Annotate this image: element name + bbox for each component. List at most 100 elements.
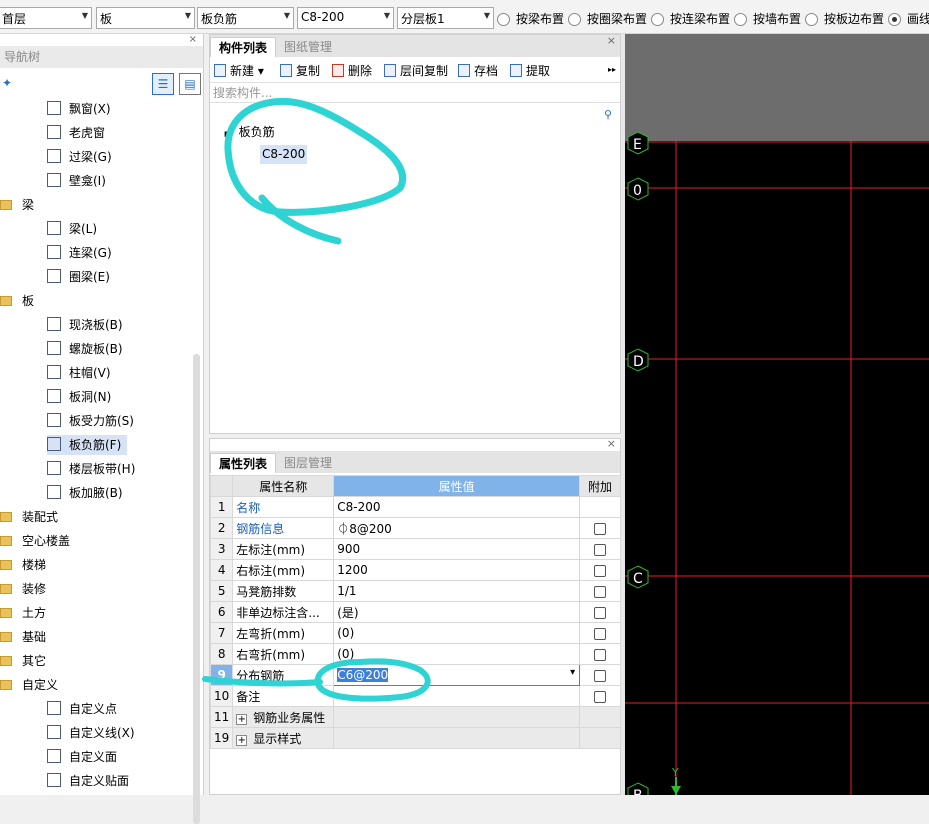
radio-draw-line[interactable]: 画线 (888, 10, 929, 26)
tree-child-selected[interactable]: C8-200 (260, 145, 308, 164)
checkbox[interactable] (594, 690, 607, 703)
nav-item[interactable]: 圈梁(E) (47, 267, 116, 287)
drawing-canvas[interactable]: E 0 D C B Y (625, 34, 929, 795)
nav-folder[interactable]: 楼梯 (0, 555, 46, 575)
nav-folder[interactable]: 基础 (0, 627, 46, 647)
radio-by-beam[interactable]: 按梁布置 (497, 10, 564, 26)
property-value[interactable]: (0) (333, 643, 581, 665)
checkbox[interactable] (594, 543, 607, 556)
checkbox[interactable] (594, 564, 607, 577)
nav-item[interactable]: 板加腋(B) (47, 483, 129, 503)
checkbox[interactable] (594, 606, 607, 619)
nav-scrollbar[interactable] (193, 354, 200, 824)
property-value[interactable]: (0) (333, 622, 581, 644)
nav-item[interactable]: 板受力筋(S) (47, 411, 140, 431)
radio-by-wall[interactable]: 按墙布置 (734, 10, 801, 26)
nav-item[interactable]: 壁龛(I) (47, 171, 112, 191)
more-icon[interactable]: ▸▸ (608, 65, 616, 74)
nav-folder[interactable]: 装修 (0, 579, 46, 599)
nav-close-button[interactable]: × (0, 34, 203, 46)
nav-item[interactable]: 自定义点 (47, 699, 123, 719)
property-row[interactable]: 11 + 钢筋业务属性 (209, 706, 621, 728)
property-row[interactable]: 7 左弯折(mm) (0) (209, 622, 621, 644)
property-row[interactable]: 5 马凳筋排数 1/1 (209, 580, 621, 602)
close-icon[interactable]: × (607, 437, 616, 450)
checkbox[interactable] (594, 648, 607, 661)
property-value[interactable] (333, 706, 581, 728)
nav-folder[interactable]: 板 (0, 291, 34, 311)
search-icon[interactable]: ⚲ (604, 108, 612, 121)
category-select[interactable]: 板 ▼ (96, 7, 195, 29)
nav-folder[interactable]: 梁 (0, 195, 34, 215)
pin-icon[interactable]: ✦ (2, 76, 12, 90)
property-value[interactable]: 900 (333, 538, 581, 560)
detail-view-icon[interactable]: ▤ (179, 73, 201, 95)
nav-item[interactable]: 连梁(G) (47, 243, 118, 263)
nav-item[interactable]: 螺旋板(B) (47, 339, 129, 359)
property-value[interactable] (333, 727, 581, 749)
property-row[interactable]: 10 备注 (209, 685, 621, 707)
nav-item[interactable]: 梁(L) (47, 219, 103, 239)
nav-item[interactable]: 现浇板(B) (47, 315, 129, 335)
archive-button[interactable]: 存档 (458, 62, 498, 79)
component-search-input[interactable]: 搜索构件... (210, 83, 620, 103)
property-row[interactable]: 8 右弯折(mm) (0) (209, 643, 621, 665)
nav-folder[interactable]: 装配式 (0, 507, 58, 527)
radio-by-slab-edge[interactable]: 按板边布置 (805, 10, 884, 26)
tab-component-list[interactable]: 构件列表 (210, 37, 277, 57)
property-row[interactable]: 19 + 显示样式 (209, 727, 621, 749)
nav-item[interactable]: 自定义线(X) (47, 723, 141, 743)
nav-item[interactable]: 过梁(G) (47, 147, 118, 167)
property-row[interactable]: 4 右标注(mm) 1200 (209, 559, 621, 581)
nav-item[interactable]: 板洞(N) (47, 387, 117, 407)
nav-folder[interactable]: 空心楼盖 (0, 531, 70, 551)
expand-icon[interactable]: + (236, 734, 248, 746)
nav-item[interactable]: 自定义面 (47, 747, 123, 767)
list-view-icon[interactable]: ☰ (152, 73, 174, 95)
property-value[interactable] (333, 685, 581, 707)
nav-item[interactable]: 楼层板带(H) (47, 459, 141, 479)
new-button[interactable]: 新建 ▾ (214, 62, 264, 79)
layer-select[interactable]: 分层板1 ▼ (397, 7, 494, 29)
tab-layer-management[interactable]: 图层管理 (276, 453, 340, 473)
nav-item[interactable]: 柱帽(V) (47, 363, 117, 383)
nav-item[interactable]: 老虎窗 (47, 123, 111, 143)
chevron-down-icon[interactable]: ▾ (570, 667, 575, 678)
property-value[interactable]: ⏀8@200 (333, 517, 581, 539)
property-row[interactable]: 6 非单边标注含... (是) (209, 601, 621, 623)
property-value-editor[interactable]: C6@200 ▾ (333, 664, 581, 686)
radio-by-ring-beam[interactable]: 按圈梁布置 (568, 10, 647, 26)
extract-button[interactable]: 提取 (510, 62, 550, 79)
nav-item[interactable]: 飘窗(X) (47, 99, 117, 119)
property-row[interactable]: 2 钢筋信息 ⏀8@200 (209, 517, 621, 539)
nav-folder[interactable]: 土方 (0, 603, 46, 623)
nav-folder[interactable]: 其它 (0, 651, 46, 671)
property-row[interactable]: 9 分布钢筋 C6@200 ▾ (209, 664, 621, 686)
expand-icon[interactable]: + (236, 713, 248, 725)
floor-copy-button[interactable]: 层间复制 (384, 62, 448, 79)
delete-button[interactable]: 删除 (332, 62, 372, 79)
nav-item-label: 螺旋板(B) (69, 342, 123, 356)
checkbox[interactable] (594, 522, 607, 535)
property-row[interactable]: 3 左标注(mm) 900 (209, 538, 621, 560)
property-value[interactable]: 1200 (333, 559, 581, 581)
tab-drawing-management[interactable]: 图纸管理 (276, 37, 340, 57)
tab-property-list[interactable]: 属性列表 (210, 453, 277, 473)
close-icon[interactable]: × (607, 34, 616, 47)
nav-item[interactable]: 板负筋(F) (47, 435, 128, 455)
tree-root[interactable]: ■ 板负筋 (224, 123, 275, 140)
nav-item[interactable]: 自定义贴面 (47, 771, 135, 791)
checkbox[interactable] (594, 585, 607, 598)
property-value[interactable]: (是) (333, 601, 581, 623)
radio-by-link-beam[interactable]: 按连梁布置 (651, 10, 730, 26)
copy-button[interactable]: 复制 (280, 62, 320, 79)
property-value[interactable]: C8-200 (333, 496, 581, 518)
floor-select[interactable]: 首层 ▼ (0, 7, 92, 29)
property-row[interactable]: 1 名称 C8-200 (209, 496, 621, 518)
spec-select[interactable]: C8-200 ▼ (297, 7, 394, 29)
nav-folder[interactable]: 自定义 (0, 675, 58, 695)
type-select[interactable]: 板负筋 ▼ (197, 7, 294, 29)
property-value[interactable]: 1/1 (333, 580, 581, 602)
checkbox[interactable] (594, 669, 607, 682)
checkbox[interactable] (594, 627, 607, 640)
